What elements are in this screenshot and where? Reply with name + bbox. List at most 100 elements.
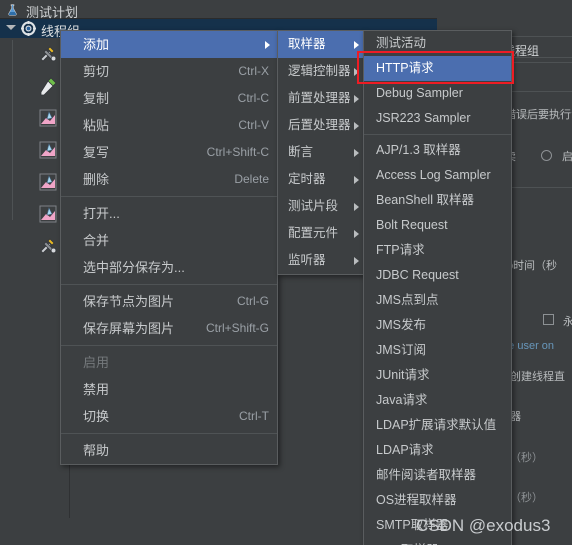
tools-icon[interactable] — [38, 44, 58, 64]
watermark: CSDN @exodus3 — [416, 516, 551, 535]
menu-item[interactable]: AJP/1.3 取样器 — [364, 138, 511, 163]
menu-separator — [61, 433, 277, 434]
menu-item[interactable]: 逻辑控制器 — [278, 58, 363, 85]
menu-item-label: 取样器 — [288, 37, 326, 51]
menu-item-label: 定时器 — [288, 172, 326, 186]
menu-item-label: Java请求 — [376, 393, 428, 407]
menu-item[interactable]: 后置处理器 — [278, 112, 363, 139]
chevron-right-icon — [354, 230, 359, 238]
chart-icon[interactable] — [38, 204, 58, 224]
menu-item[interactable]: 打开... — [61, 200, 277, 227]
menu-item[interactable]: 测试片段 — [278, 193, 363, 220]
menu-item-label: 粘贴 — [83, 118, 110, 133]
menu-separator — [61, 345, 277, 346]
menu-item[interactable]: 复制 Ctrl-C — [61, 85, 277, 112]
menu-item-label: 启用 — [83, 355, 110, 370]
menu-item[interactable]: 监听器 — [278, 247, 363, 274]
menu-item-label: 后置处理器 — [288, 118, 351, 132]
forever-checkbox[interactable] — [543, 314, 554, 325]
chart-icon[interactable] — [38, 140, 58, 160]
add-submenu[interactable]: 取样器逻辑控制器 前置处理器后置处理器断言定时器测试片段 配置元件监听器 — [277, 30, 364, 275]
menu-item[interactable]: JMS点到点 — [364, 288, 511, 313]
menu-item-label: JSR223 Sampler — [376, 111, 471, 125]
chevron-down-icon[interactable] — [6, 25, 16, 30]
menu-item-label: 合并 — [83, 233, 110, 248]
menu-item-label: Debug Sampler — [376, 86, 463, 100]
menu-item-label: OS进程取样器 — [376, 493, 457, 507]
chevron-right-icon — [354, 41, 359, 49]
menu-item[interactable]: 删除 Delete — [61, 166, 277, 193]
menu-item[interactable]: 添加 — [61, 31, 277, 58]
menu-item[interactable]: JUnit请求 — [364, 363, 511, 388]
context-menu[interactable]: 添加剪切 Ctrl-X 复制 Ctrl-C 粘贴 Ctrl-V 复写 Ctrl+Shift-C… — [60, 30, 278, 465]
menu-item[interactable]: JDBC Request — [364, 263, 511, 288]
chevron-right-icon — [265, 41, 270, 49]
menu-item[interactable]: 配置元件 — [278, 220, 363, 247]
menu-item-label: 监听器 — [288, 253, 326, 267]
menu-item-label: 切换 — [83, 409, 110, 424]
menu-item[interactable]: TCP取样器 — [364, 538, 511, 545]
chart-icon[interactable] — [38, 172, 58, 192]
menu-item[interactable]: Debug Sampler — [364, 81, 511, 106]
menu-item[interactable]: JMS发布 — [364, 313, 511, 338]
menu-item-label: JMS点到点 — [376, 293, 439, 307]
menu-item[interactable]: Bolt Request — [364, 213, 511, 238]
menu-item[interactable]: OS进程取样器 — [364, 488, 511, 513]
menu-item-label: Access Log Sampler — [376, 168, 491, 182]
menu-item[interactable]: 复写 Ctrl+Shift-C — [61, 139, 277, 166]
menu-item-label: 禁用 — [83, 382, 110, 397]
menu-item[interactable]: 保存节点为图片 Ctrl-G — [61, 288, 277, 315]
menu-item[interactable]: Java请求 — [364, 388, 511, 413]
menu-item[interactable]: Access Log Sampler — [364, 163, 511, 188]
menu-item[interactable]: 合并 — [61, 227, 277, 254]
chevron-right-icon — [354, 68, 359, 76]
menu-item[interactable]: 断言 — [278, 139, 363, 166]
menu-item[interactable]: LDAP扩展请求默认值 — [364, 413, 511, 438]
menu-item[interactable]: 粘贴 Ctrl-V — [61, 112, 277, 139]
sampler-submenu[interactable]: 测试活动 HTTP请求 Debug Sampler JSR223 Sampler AJP… — [363, 30, 512, 545]
tree-guide-line — [12, 40, 13, 220]
start-radio[interactable] — [541, 150, 552, 161]
tools-icon[interactable] — [38, 236, 58, 256]
menu-item[interactable]: 测试活动 — [364, 31, 511, 56]
pipette-icon[interactable] — [38, 76, 58, 96]
menu-item[interactable]: 禁用 — [61, 376, 277, 403]
chevron-right-icon — [354, 122, 359, 130]
menu-separator — [61, 284, 277, 285]
menu-item[interactable]: 保存屏幕为图片 Ctrl+Shift-G — [61, 315, 277, 342]
menu-item[interactable]: JMS订阅 — [364, 338, 511, 363]
chevron-right-icon — [354, 95, 359, 103]
menu-item-shortcut: Ctrl+Shift-G — [205, 321, 269, 335]
menu-item[interactable]: 定时器 — [278, 166, 363, 193]
menu-item-shortcut: Ctrl-T — [239, 409, 269, 423]
menu-item[interactable]: 前置处理器 — [278, 85, 363, 112]
chart-icon[interactable] — [38, 108, 58, 128]
menu-item[interactable]: FTP请求 — [364, 238, 511, 263]
menu-separator — [364, 134, 511, 135]
menu-item[interactable]: 邮件阅读者取样器 — [364, 463, 511, 488]
menu-separator — [61, 196, 277, 197]
menu-item[interactable]: JSR223 Sampler — [364, 106, 511, 131]
menu-item-label: HTTP请求 — [376, 61, 434, 75]
menu-item-label: LDAP扩展请求默认值 — [376, 418, 497, 432]
chevron-right-icon — [354, 203, 359, 211]
menu-item[interactable]: HTTP请求 — [364, 56, 511, 81]
chevron-right-icon — [354, 176, 359, 184]
menu-item[interactable]: 选中部分保存为... — [61, 254, 277, 281]
menu-item[interactable]: 切换 Ctrl-T — [61, 403, 277, 430]
menu-item-label: JUnit请求 — [376, 368, 430, 382]
gear-icon — [21, 21, 36, 36]
flask-icon — [8, 4, 17, 16]
chevron-right-icon — [354, 149, 359, 157]
menu-item[interactable]: 帮助 — [61, 437, 277, 464]
menu-item[interactable]: BeanShell 取样器 — [364, 188, 511, 213]
menu-item-label: AJP/1.3 取样器 — [376, 143, 461, 157]
chevron-right-icon — [354, 257, 359, 265]
menu-item-label: 邮件阅读者取样器 — [376, 468, 477, 482]
menu-item[interactable]: 取样器 — [278, 31, 363, 58]
menu-item-label: 添加 — [83, 37, 110, 52]
menu-item[interactable]: LDAP请求 — [364, 438, 511, 463]
menu-item[interactable]: 剪切 Ctrl-X — [61, 58, 277, 85]
menu-item-label: 删除 — [83, 172, 110, 187]
error-action-label: 错误后要执行 — [505, 109, 571, 121]
